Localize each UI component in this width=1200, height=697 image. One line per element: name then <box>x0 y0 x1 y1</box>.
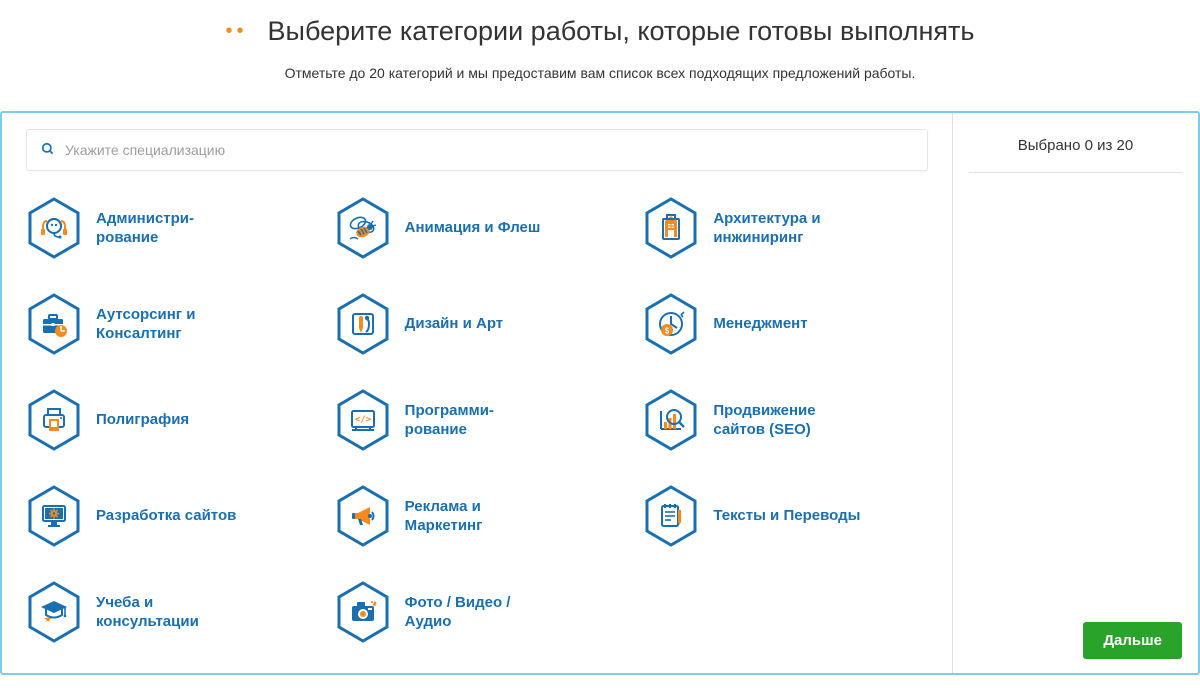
briefcase-icon <box>26 293 82 355</box>
category-label: Полиграфия <box>96 410 189 430</box>
category-item[interactable]: Учеба и консультации <box>26 581 311 643</box>
category-item[interactable]: Администри-рование <box>26 197 311 259</box>
category-label: Продвижение сайтов (SEO) <box>713 401 863 440</box>
page-subtitle: Отметьте до 20 категорий и мы предостави… <box>0 65 1200 81</box>
category-item[interactable]: Продвижение сайтов (SEO) <box>643 389 928 451</box>
category-label: Разработка сайтов <box>96 506 236 526</box>
gradcap-icon <box>26 581 82 643</box>
camera-icon <box>335 581 391 643</box>
category-item[interactable]: Разработка сайтов <box>26 485 311 547</box>
seo-icon <box>643 389 699 451</box>
paint-icon <box>335 293 391 355</box>
category-item[interactable]: Архитектура и инжиниринг <box>643 197 928 259</box>
category-label: Анимация и Флеш <box>405 218 541 238</box>
category-item[interactable]: Менеджмент <box>643 293 928 355</box>
clock-dollar-icon <box>643 293 699 355</box>
category-label: Учеба и консультации <box>96 593 246 632</box>
category-label: Администри-рование <box>96 209 194 248</box>
category-item[interactable]: Тексты и Переводы <box>643 485 928 547</box>
category-label: Фото / Видео / Аудио <box>405 593 555 632</box>
category-panel: Администри-рование Анимация и Флеш Архитек… <box>0 111 1200 675</box>
bee-icon <box>335 197 391 259</box>
step-dots-decoration: •• <box>226 20 248 43</box>
selection-counter: Выбрано 0 из 20 <box>969 131 1182 173</box>
category-label: Менеджмент <box>713 314 807 334</box>
category-label: Тексты и Переводы <box>713 506 860 526</box>
category-item[interactable]: Аутсорсинг и Консалтинг <box>26 293 311 355</box>
category-label: Дизайн и Арт <box>405 314 504 334</box>
category-item[interactable]: Реклама и Маркетинг <box>335 485 620 547</box>
search-input[interactable] <box>65 142 913 158</box>
category-label: Архитектура и инжиниринг <box>713 209 863 248</box>
category-item[interactable]: Дизайн и Арт <box>335 293 620 355</box>
category-label: Аутсорсинг и Консалтинг <box>96 305 246 344</box>
megaphone-icon <box>335 485 391 547</box>
category-grid: Администри-рование Анимация и Флеш Архитек… <box>26 197 928 643</box>
category-label: Реклама и Маркетинг <box>405 497 555 536</box>
page-title: Выберите категории работы, которые готов… <box>268 16 975 47</box>
category-item[interactable]: Анимация и Флеш <box>335 197 620 259</box>
monitor-gear-icon <box>26 485 82 547</box>
category-item[interactable]: Полиграфия <box>26 389 311 451</box>
printer-icon <box>26 389 82 451</box>
headset-icon <box>26 197 82 259</box>
notepad-icon <box>643 485 699 547</box>
building-icon <box>643 197 699 259</box>
search-icon <box>41 142 55 159</box>
search-input-wrapper[interactable] <box>26 129 928 171</box>
category-label: Программи-рование <box>405 401 494 440</box>
code-icon <box>335 389 391 451</box>
category-item[interactable]: Фото / Видео / Аудио <box>335 581 620 643</box>
category-item[interactable]: Программи-рование <box>335 389 620 451</box>
next-button[interactable]: Дальше <box>1083 622 1182 659</box>
